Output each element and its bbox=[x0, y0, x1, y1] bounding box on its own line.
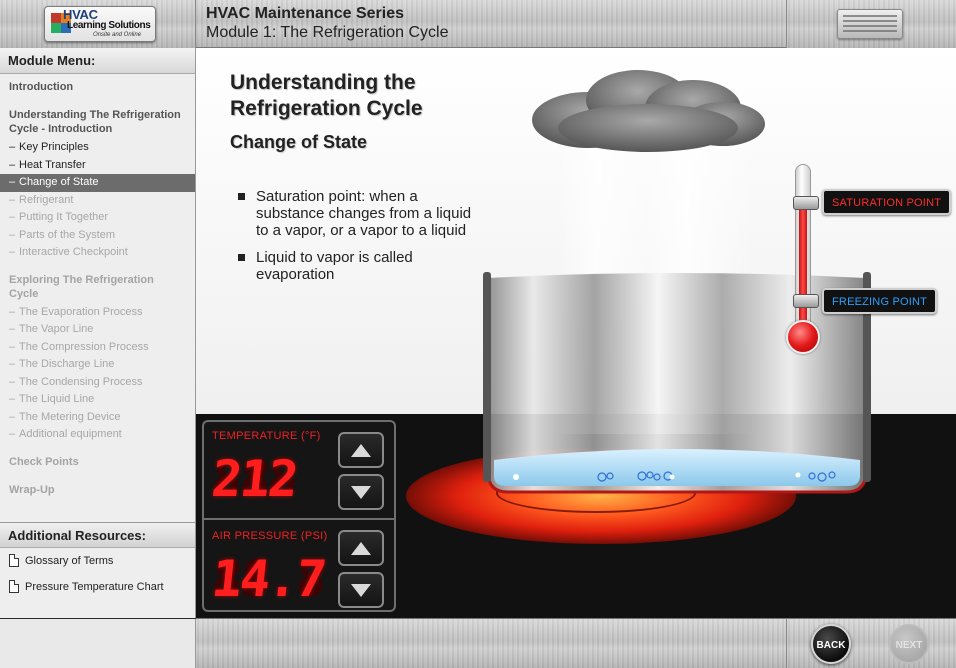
menu-lines-icon bbox=[843, 15, 897, 33]
sidebar: Module Menu: Introduction Understanding … bbox=[0, 48, 196, 618]
menu-item-label: The Compression Process bbox=[19, 340, 149, 353]
saturation-point-label: SATURATION POINT bbox=[822, 189, 952, 215]
arrow-down-icon bbox=[351, 486, 371, 499]
panel-divider bbox=[204, 518, 394, 520]
menu-section-wrap-up: Wrap-Up bbox=[9, 483, 55, 496]
series-title: HVAC Maintenance Series bbox=[206, 5, 404, 22]
menu-item-label: The Discharge Line bbox=[19, 358, 115, 370]
module-menu: Introduction Understanding The Refrigera… bbox=[0, 74, 195, 500]
logo[interactable]: HVAC Learning Solutions Onsite and Onlin… bbox=[44, 6, 156, 42]
document-icon bbox=[9, 580, 19, 593]
resource-glossary-link[interactable]: Glossary of Terms bbox=[0, 548, 195, 574]
menu-item-vapor-line: – The Vapor Line bbox=[9, 323, 94, 335]
menu-section-introduction[interactable]: Introduction bbox=[0, 77, 195, 97]
temperature-up-button[interactable] bbox=[338, 432, 384, 468]
logo-text-secondary: Learning Solutions bbox=[67, 20, 151, 31]
footer: BACK NEXT bbox=[0, 618, 956, 668]
menu-item-label: The Condensing Process bbox=[19, 375, 143, 388]
temperature-display: 212 bbox=[208, 450, 300, 508]
menu-item-putting-it-together: – Putting It Together bbox=[9, 211, 109, 223]
menu-item-label: Key Principles bbox=[19, 141, 89, 153]
module-title: Module 1: The Refrigeration Cycle bbox=[206, 24, 449, 41]
lesson-bullets: Saturation point: when a substance chang… bbox=[236, 188, 476, 293]
menu-item-evaporation-process: – The Evaporation Process bbox=[9, 305, 143, 318]
menu-toggle-button[interactable] bbox=[837, 9, 903, 39]
header-right bbox=[786, 0, 956, 48]
menu-item-interactive-checkpoint: – Interactive Checkpoint bbox=[9, 246, 128, 258]
pressure-label: AIR PRESSURE (PSI) bbox=[212, 530, 328, 542]
menu-item-label: Additional equipment bbox=[19, 428, 122, 440]
arrow-up-icon bbox=[351, 542, 371, 555]
menu-item-liquid-line: – The Liquid Line bbox=[9, 393, 95, 405]
pressure-display: 14.7 bbox=[208, 550, 328, 608]
thermometer-fill bbox=[799, 198, 807, 340]
menu-item-additional-equipment: – Additional equipment bbox=[9, 428, 122, 440]
temperature-down-button[interactable] bbox=[338, 474, 384, 510]
module-menu-heading: Module Menu: bbox=[0, 48, 195, 74]
footer-left bbox=[0, 619, 196, 668]
arrow-down-icon bbox=[351, 584, 371, 597]
menu-item-label: The Evaporation Process bbox=[19, 305, 143, 318]
resource-pt-chart-link[interactable]: Pressure Temperature Chart bbox=[0, 574, 195, 600]
menu-section-check-points: Check Points bbox=[9, 455, 79, 468]
menu-item-label: The Vapor Line bbox=[19, 323, 94, 335]
lesson-title: Understanding the Refrigeration Cycle bbox=[230, 71, 423, 120]
menu-item-label: Refrigerant bbox=[19, 193, 74, 206]
pressure-up-button[interactable] bbox=[338, 530, 384, 566]
menu-item-discharge-line: – The Discharge Line bbox=[9, 358, 115, 370]
logo-tagline: Onsite and Online bbox=[93, 32, 142, 38]
menu-item-change-of-state[interactable]: – Change of State bbox=[0, 174, 195, 192]
menu-item-label: Heat Transfer bbox=[19, 158, 86, 171]
next-button: NEXT bbox=[889, 624, 929, 664]
logo-area: HVAC Learning Solutions Onsite and Onlin… bbox=[0, 0, 196, 48]
bullet-saturation: Saturation point: when a substance chang… bbox=[236, 188, 476, 239]
resource-label: Pressure Temperature Chart bbox=[25, 581, 164, 593]
menu-item-label: The Metering Device bbox=[19, 410, 121, 423]
resource-label: Glossary of Terms bbox=[25, 555, 114, 567]
menu-item-label: The Liquid Line bbox=[19, 393, 95, 405]
freezing-point-label: FREEZING POINT bbox=[822, 288, 938, 314]
menu-item-metering-device: – The Metering Device bbox=[9, 410, 121, 423]
thermometer-bulb bbox=[786, 320, 820, 354]
back-button[interactable]: BACK bbox=[811, 624, 851, 664]
freezing-clamp-icon bbox=[793, 294, 819, 308]
menu-item-refrigerant: – Refrigerant bbox=[9, 193, 74, 206]
menu-item-parts-of-system: – Parts of the System bbox=[9, 228, 115, 241]
menu-item-key-principles[interactable]: – Key Principles bbox=[0, 139, 195, 157]
temperature-label: TEMPERATURE (°F) bbox=[212, 430, 321, 442]
saturation-clamp-icon bbox=[793, 196, 819, 210]
document-icon bbox=[9, 554, 19, 567]
header: HVAC Learning Solutions Onsite and Onlin… bbox=[0, 0, 956, 48]
menu-section-understanding[interactable]: Understanding The Refrigeration Cycle - … bbox=[0, 105, 195, 139]
menu-item-compression-process: – The Compression Process bbox=[9, 340, 149, 353]
additional-resources-heading: Additional Resources: bbox=[0, 522, 195, 548]
menu-item-condensing-process: – The Condensing Process bbox=[9, 375, 143, 388]
bullet-evaporation: Liquid to vapor is called evaporation bbox=[236, 249, 476, 283]
arrow-up-icon bbox=[351, 444, 371, 457]
menu-item-label: Putting It Together bbox=[19, 211, 109, 223]
cloud-icon bbox=[532, 70, 765, 152]
pressure-down-button[interactable] bbox=[338, 572, 384, 608]
menu-item-label: Parts of the System bbox=[19, 228, 115, 241]
navigation-controls: BACK NEXT bbox=[786, 619, 956, 668]
menu-item-heat-transfer[interactable]: – Heat Transfer bbox=[0, 157, 195, 175]
lesson-subtitle: Change of State bbox=[230, 132, 368, 152]
menu-item-label: Interactive Checkpoint bbox=[19, 246, 128, 258]
thermometer bbox=[786, 164, 820, 364]
lesson-stage: Understanding the Refrigeration Cycle Ch… bbox=[196, 48, 956, 618]
menu-item-label: Change of State bbox=[19, 176, 99, 188]
menu-section-exploring: Exploring The Refrigeration Cycle bbox=[9, 273, 154, 300]
control-panel: TEMPERATURE (°F) 888 212 AIR PRESSURE (P… bbox=[202, 420, 396, 612]
additional-resources: Additional Resources: Glossary of Terms … bbox=[0, 522, 195, 600]
